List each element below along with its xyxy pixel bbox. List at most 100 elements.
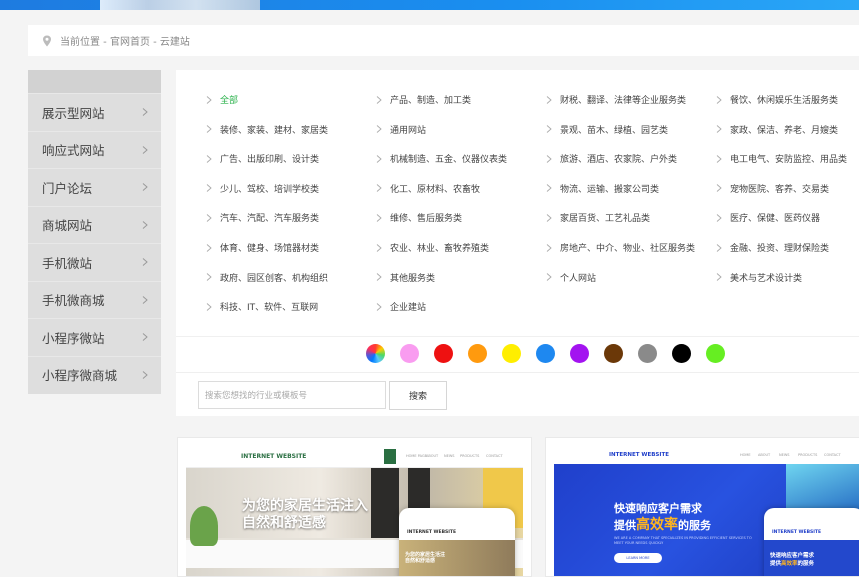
category-link[interactable]: 医疗、保健、医药仪器 (716, 211, 820, 224)
sidebar-item[interactable]: 门户论坛 (28, 168, 161, 206)
category-link[interactable]: 机械制造、五金、仪器仪表类 (376, 152, 507, 165)
category-link[interactable]: 企业建站 (376, 300, 426, 313)
search-input[interactable]: 搜索您想找的行业或模板号 (198, 381, 386, 409)
category-label: 维修、售后服务类 (390, 214, 463, 225)
category-link[interactable]: 科技、IT、软件、互联网 (206, 300, 318, 313)
mobile-brand: INTERNET WEBSITE (407, 530, 457, 535)
category-link[interactable]: 通用网站 (376, 123, 426, 136)
mobile-text: 的服务 (797, 561, 815, 567)
mobile-headline: 为您的家居生活注 自然和舒适感 (405, 552, 445, 564)
chevron-right-icon (206, 243, 212, 252)
category-link[interactable]: 金融、投资、理财保险类 (716, 241, 829, 254)
category-link[interactable]: 汽车、汽配、汽车服务类 (206, 211, 319, 224)
category-link[interactable]: 广告、出版印刷、设计类 (206, 152, 319, 165)
category-link[interactable]: 物流、运输、搬家公司类 (546, 182, 659, 195)
category-label: 机械制造、五金、仪器仪表类 (390, 155, 508, 166)
category-label: 产品、制造、加工类 (390, 96, 472, 106)
sidebar-item[interactable]: 手机微站 (28, 243, 161, 281)
color-swatch[interactable] (400, 344, 419, 363)
chevron-right-icon (142, 295, 148, 304)
breadcrumb-text: 当前位置 - 官网首页 - 云建站 (60, 37, 190, 48)
color-swatch[interactable] (706, 344, 725, 363)
mobile-headline-line: 自然和舒适感 (405, 558, 436, 564)
chevron-right-icon (716, 214, 722, 222)
headline-line: 快速响应客户需求 (614, 502, 702, 515)
category-link[interactable]: 化工、原材料、农畜牧 (376, 182, 480, 195)
category-link[interactable]: 家政、保洁、养老、月嫂类 (716, 123, 838, 136)
chevron-right-icon (142, 108, 148, 117)
preview-headline: 快速响应客户需求 提供高效率的服务 (614, 501, 711, 534)
breadcrumb: 当前位置 - 官网首页 - 云建站 (28, 25, 859, 56)
preview-nav-item: CONTACT (824, 453, 841, 457)
category-link[interactable]: 个人网站 (546, 271, 596, 284)
category-label: 个人网站 (560, 273, 597, 284)
sidebar-item[interactable]: 小程序微商城 (28, 355, 161, 394)
category-label: 家居百货、工艺礼品类 (560, 214, 651, 225)
color-swatch[interactable] (672, 344, 691, 363)
category-link[interactable]: 少儿、驾校、培训学校类 (206, 182, 319, 195)
category-label: 美术与艺术设计类 (730, 273, 803, 284)
category-link[interactable]: 维修、售后服务类 (376, 211, 462, 224)
color-swatch[interactable] (468, 344, 487, 363)
sidebar-item-label: 手机微商城 (42, 293, 105, 309)
chevron-right-icon (716, 154, 722, 163)
chevron-right-icon (206, 302, 212, 311)
headline-text: 提供 (614, 519, 636, 532)
color-swatch[interactable] (366, 344, 385, 363)
sidebar-item[interactable]: 展示型网站 (28, 93, 161, 131)
color-swatch[interactable] (570, 344, 589, 363)
color-swatch[interactable] (604, 344, 623, 363)
category-link[interactable]: 农业、林业、畜牧养殖类 (376, 241, 489, 254)
category-link[interactable]: 家居百货、工艺礼品类 (546, 211, 650, 224)
category-link[interactable]: 旅游、酒店、农家院、户外类 (546, 152, 677, 165)
category-link[interactable]: 宠物医院、客养、交易类 (716, 182, 829, 195)
template-card[interactable]: INTERNET WEBSITE HOME PAGE ABOUT NEWS PR… (177, 437, 532, 577)
color-swatch[interactable] (434, 344, 453, 363)
category-link[interactable]: 财税、翻译、法律等企业服务类 (546, 93, 686, 106)
chevron-right-icon (376, 214, 382, 222)
category-label: 少儿、驾校、培训学校类 (220, 184, 320, 195)
category-link[interactable]: 美术与艺术设计类 (716, 271, 802, 284)
template-card[interactable]: INTERNET WEBSITE HOME ABOUT NEWS PRODUCT… (545, 437, 859, 577)
chevron-right-icon (206, 125, 212, 133)
category-link[interactable]: 景观、苗木、绿植、园艺类 (546, 123, 668, 136)
sidebar-item-label: 展示型网站 (42, 105, 105, 121)
sidebar-item[interactable]: 小程序微站 (28, 318, 161, 356)
category-link[interactable]: 其他服务类 (376, 271, 435, 284)
category-link[interactable]: 电工电气、安防监控、用品类 (716, 152, 847, 165)
mobile-brand: INTERNET WEBSITE (772, 530, 822, 535)
category-label: 广告、出版印刷、设计类 (220, 155, 320, 166)
category-link[interactable]: 政府、园区创客、机构组织 (206, 271, 328, 284)
chevron-right-icon (376, 125, 382, 133)
mobile-highlight: 高效率 (781, 561, 798, 567)
template-preview: INTERNET WEBSITE HOME PAGE ABOUT NEWS PR… (186, 446, 523, 576)
preview-nav-item: PRODUCTS (460, 454, 480, 458)
chevron-right-icon (376, 154, 382, 163)
category-link[interactable]: 装修、家装、建材、家居类 (206, 123, 328, 136)
mobile-text: 提供 (770, 561, 782, 567)
color-swatch[interactable] (536, 344, 555, 363)
sidebar-item[interactable]: 商城网站 (28, 205, 161, 244)
category-label: 全部 (220, 96, 239, 106)
plant-shape (190, 506, 218, 546)
category-link[interactable]: 产品、制造、加工类 (376, 93, 471, 106)
category-link[interactable]: 餐饮、休闲娱乐生活服务类 (716, 93, 838, 106)
chevron-right-icon (546, 214, 552, 222)
top-banner (0, 0, 859, 10)
category-link[interactable]: 体育、健身、场馆器材类 (206, 241, 319, 254)
color-swatch[interactable] (502, 344, 521, 363)
category-link[interactable]: 全部 (206, 93, 238, 106)
preview-brand: INTERNET WEBSITE (241, 453, 307, 460)
headline-line: 自然和舒适感 (242, 515, 326, 531)
preview-nav-item: ABOUT (426, 454, 439, 458)
mobile-preview: INTERNET WEBSITE 快速响应客户需求 提供高效率的服务 (764, 508, 859, 576)
category-label: 金融、投资、理财保险类 (730, 244, 830, 254)
sidebar-item[interactable]: 响应式网站 (28, 130, 161, 169)
cabinet-shape (371, 468, 399, 538)
chevron-right-icon (206, 95, 212, 104)
search-button[interactable]: 搜索 (389, 381, 447, 410)
category-link[interactable]: 房地产、中介、物业、社区服务类 (546, 241, 695, 254)
sidebar-item[interactable]: 手机微商城 (28, 280, 161, 319)
color-swatch[interactable] (638, 344, 657, 363)
category-label: 家政、保洁、养老、月嫂类 (730, 125, 839, 136)
